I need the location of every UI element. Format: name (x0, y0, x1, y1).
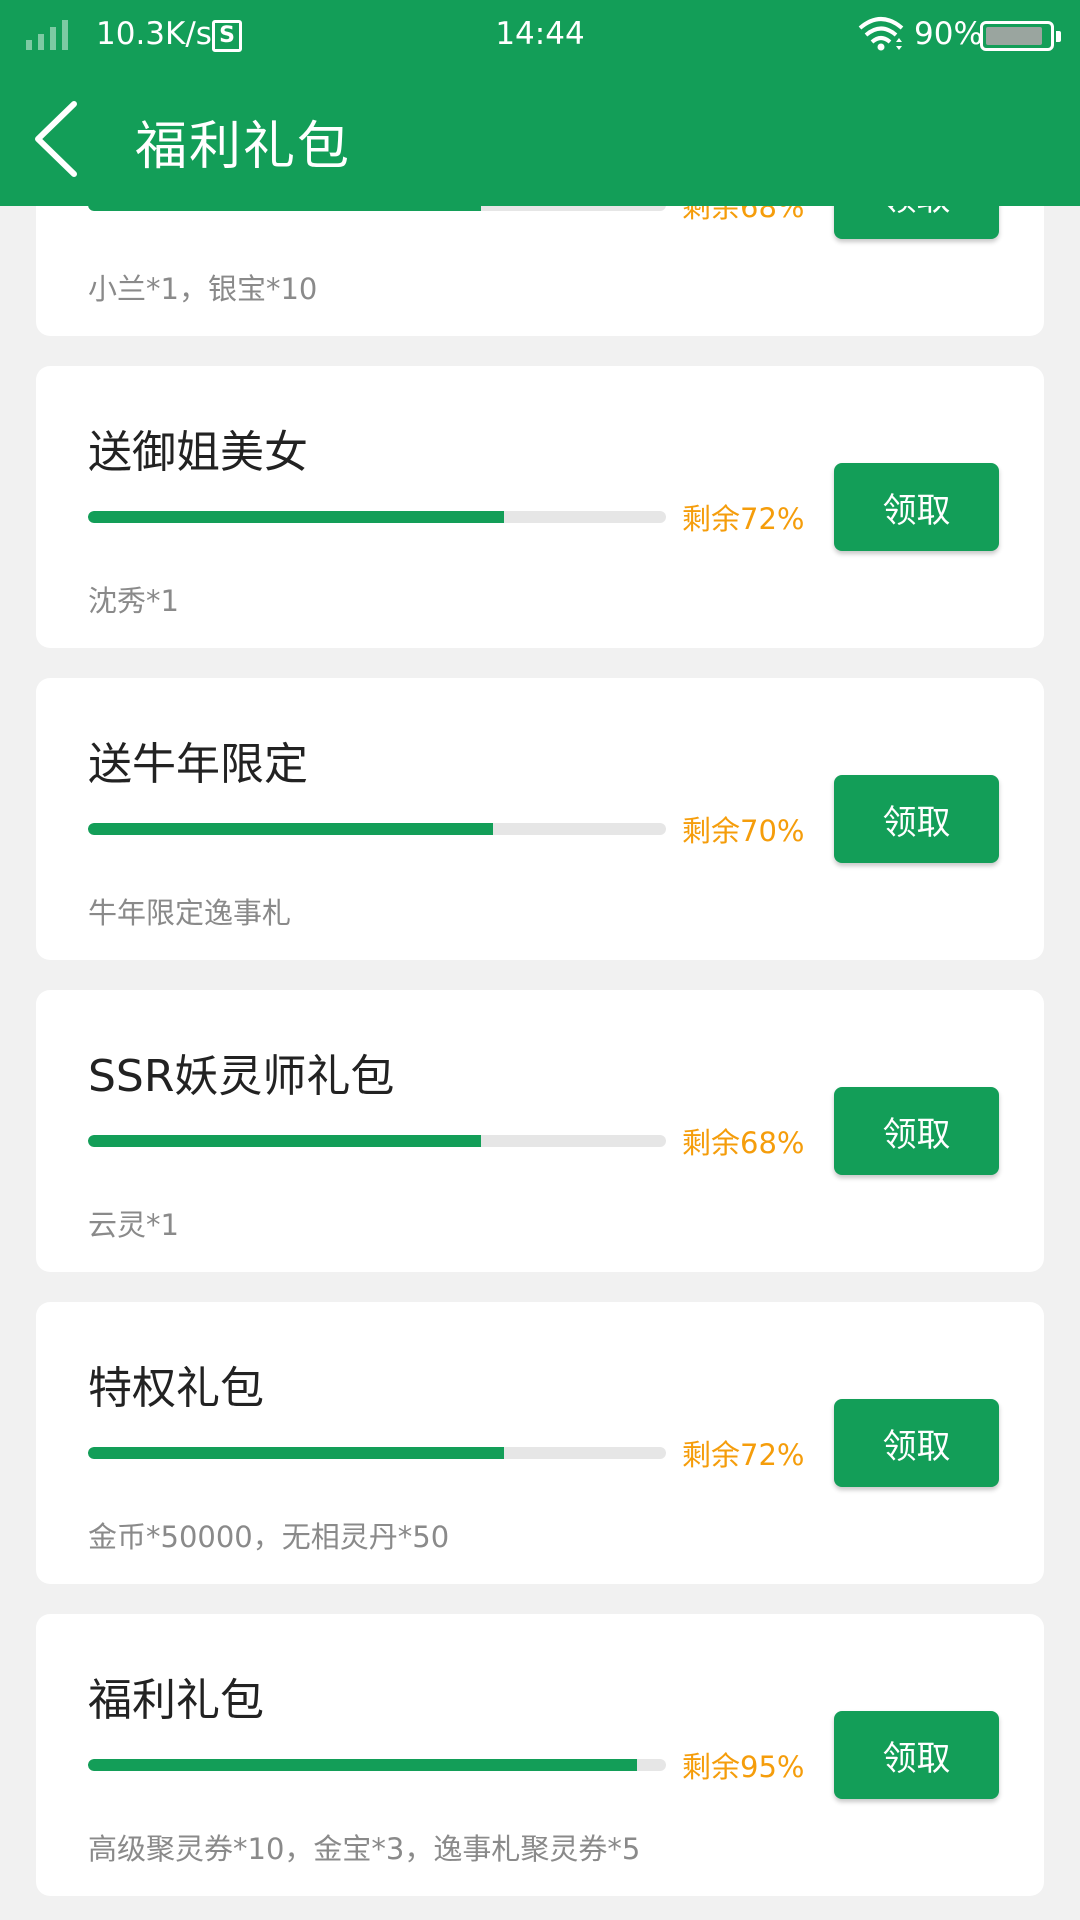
progress-fill (88, 1135, 482, 1147)
gift-rewards: 云灵*1 (88, 1208, 179, 1242)
gift-rewards: 沈秀*1 (88, 584, 179, 618)
remaining-percent: 剩余70% (682, 814, 805, 848)
remaining-progress-bar (88, 1447, 666, 1459)
battery-level (986, 27, 1042, 45)
battery-tip (1056, 31, 1061, 42)
gift-name: 特权礼包 (88, 1363, 264, 1414)
back-arrow-icon[interactable] (30, 98, 90, 180)
gift-name: 送御姐美女 (88, 427, 308, 478)
gift-card: 福利礼包 剩余95% 领取 高级聚灵券*10，金宝*3，逸事札聚灵券*5 (36, 1614, 1044, 1896)
app-bar: 10.3K/s S 14:44 90% 福利礼包 (0, 0, 1080, 206)
progress-fill (88, 1447, 505, 1459)
gift-name: 福利礼包 (88, 1675, 264, 1726)
claim-button[interactable]: 领取 (834, 1399, 999, 1487)
gift-rewards: 金币*50000，无相灵丹*50 (88, 1520, 450, 1554)
claim-button[interactable]: 领取 (834, 463, 999, 551)
remaining-percent: 剩余95% (682, 1750, 805, 1784)
gift-card: SSR妖灵师礼包 剩余68% 领取 云灵*1 (36, 990, 1044, 1272)
status-bar: 10.3K/s S 14:44 90% (0, 0, 1080, 70)
gift-card: 送御姐美女 剩余72% 领取 沈秀*1 (36, 366, 1044, 648)
progress-fill (88, 511, 505, 523)
battery-icon (980, 21, 1061, 51)
remaining-progress-bar (88, 1135, 666, 1147)
gift-rewards: 小兰*1，银宝*10 (88, 272, 318, 306)
gift-name: 送牛年限定 (88, 739, 308, 790)
remaining-progress-bar (88, 1759, 666, 1771)
battery-percent: 90% (914, 16, 983, 52)
wifi-icon (858, 17, 904, 51)
remaining-progress-bar (88, 823, 666, 835)
progress-fill (88, 1759, 638, 1771)
gift-card: 特权礼包 剩余72% 领取 金币*50000，无相灵丹*50 (36, 1302, 1044, 1584)
gift-name: SSR妖灵师礼包 (88, 1051, 395, 1102)
claim-button[interactable]: 领取 (834, 1087, 999, 1175)
gift-rewards: 高级聚灵券*10，金宝*3，逸事札聚灵券*5 (88, 1832, 641, 1866)
gift-card: 送牛年限定 剩余70% 领取 牛年限定逸事札 (36, 678, 1044, 960)
remaining-percent: 剩余72% (682, 1438, 805, 1472)
page-title: 福利礼包 (135, 117, 352, 177)
remaining-percent: 剩余68% (682, 1126, 805, 1160)
gift-rewards: 牛年限定逸事札 (88, 896, 292, 930)
remaining-progress-bar (88, 511, 666, 523)
remaining-percent: 剩余72% (682, 502, 805, 536)
claim-button[interactable]: 领取 (834, 775, 999, 863)
progress-fill (88, 823, 493, 835)
claim-button[interactable]: 领取 (834, 1711, 999, 1799)
